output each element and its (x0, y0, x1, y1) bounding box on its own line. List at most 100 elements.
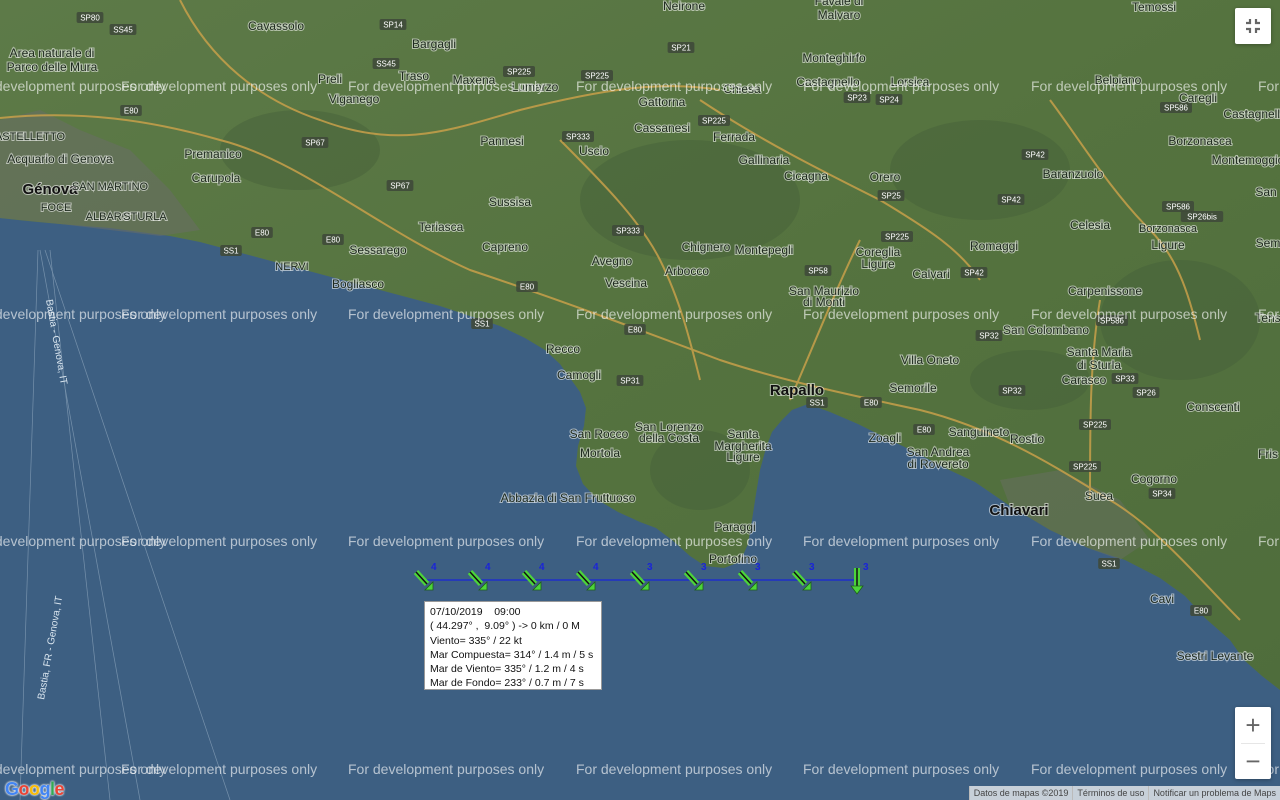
place-label: Recco (546, 342, 580, 356)
place-label: Camogli (557, 368, 601, 382)
place-label: Borzonasca (1139, 223, 1198, 235)
road-shield-label: SP24 (879, 96, 899, 105)
map-attribution: Datos de mapas ©2019 Términos de uso Not… (968, 786, 1280, 800)
road-shield-label: SP32 (979, 332, 999, 341)
road-shield: SP80 (76, 12, 104, 23)
road-shield: SP67 (301, 137, 329, 148)
dev-watermark: For development purposes only (1031, 533, 1227, 549)
dev-watermark: For development purposes only (1258, 533, 1280, 549)
road-shield: SP42 (960, 267, 988, 278)
road-shield: SS45 (372, 58, 400, 69)
road-shield-label: SP23 (847, 94, 867, 103)
place-label: Chiavari (989, 502, 1048, 519)
dev-watermark: For development purposes only (121, 306, 317, 322)
road-shield-label: SS1 (1101, 560, 1117, 569)
zoom-in-button[interactable]: + (1235, 707, 1271, 743)
place-label: Chignero (682, 240, 731, 254)
place-label: Carasco (1062, 373, 1107, 387)
dev-watermark: For development purposes only (576, 306, 772, 322)
fullscreen-button[interactable] (1235, 8, 1271, 44)
place-label: Romaggi (970, 239, 1018, 253)
place-label: di Rovereto (907, 457, 969, 471)
road-shield-label: SP225 (1073, 463, 1098, 472)
place-label: Ligure (1151, 238, 1185, 252)
zoom-out-button[interactable]: − (1235, 743, 1271, 779)
place-label: Rostio (1010, 432, 1044, 446)
place-label: Acquario di Genova (7, 152, 113, 166)
google-logo[interactable]: Google (5, 779, 65, 800)
place-label: Castagnelle (1223, 107, 1280, 121)
wind-speed-label: 4 (431, 562, 437, 573)
road-shield: E80 (913, 424, 935, 435)
wind-speed-label: 4 (539, 562, 545, 573)
place-label: Calvari (912, 267, 949, 281)
road-shield: SP586 (1162, 201, 1194, 212)
place-label: Cogorno (1131, 472, 1177, 486)
place-label: Arbocco (665, 264, 709, 278)
map-data-attribution: Datos de mapas ©2019 (968, 786, 1073, 800)
place-label: Conscenti (1186, 400, 1239, 414)
place-label: Capreno (482, 240, 528, 254)
road-shield: E80 (1190, 605, 1212, 616)
terms-link[interactable]: Términos de uso (1072, 786, 1149, 800)
wind-speed-label: 3 (755, 562, 761, 573)
place-label: Favale di (815, 0, 864, 8)
place-label: Zoagli (869, 431, 902, 445)
place-label: Cicagna (784, 169, 828, 183)
dev-watermark: For development purposes only (121, 78, 317, 94)
road-shield: SP32 (998, 385, 1026, 396)
road-shield-label: E80 (255, 229, 270, 238)
road-shield-label: SP14 (383, 21, 403, 30)
info-wind-sea: Mar de Viento= 335° / 1.2 m / 4 s (430, 663, 584, 676)
place-label: Teriasca (419, 220, 464, 234)
road-shield-label: SP26 (1136, 389, 1156, 398)
road-shield: SS45 (109, 24, 137, 35)
road-shield-label: SP225 (702, 117, 727, 126)
map-canvas[interactable]: SP80 SS45 SP14 SS45 SP225 SP225 SP21 SP23 SP24 SP… (0, 0, 1280, 800)
place-label: San Rocco (570, 427, 629, 441)
road-shield: SP26bis (1180, 211, 1224, 222)
road-shield-label: E80 (326, 236, 341, 245)
road-shield-label: SS1 (809, 399, 825, 408)
place-label: della Costa (639, 431, 699, 445)
place-label: Area naturale di (10, 46, 95, 60)
zoom-separator (1241, 743, 1265, 744)
place-label: Premanico (184, 147, 242, 161)
place-label: Baranzuolo (1043, 167, 1104, 181)
place-label: FOCE (41, 202, 72, 214)
place-label: Borzonasca (1168, 134, 1232, 148)
dev-watermark: For development purposes only (1031, 78, 1227, 94)
road-shield-label: E80 (124, 107, 139, 116)
road-shield-label: SP225 (885, 233, 910, 242)
dev-watermark: For development purposes only (121, 533, 317, 549)
info-datetime: 07/10/2019 09:00 (430, 606, 521, 618)
wind-speed-label: 4 (485, 562, 491, 573)
dev-watermark: For development purposes only (803, 78, 999, 94)
road-shield: E80 (624, 324, 646, 335)
road-shield: E80 (322, 234, 344, 245)
place-label: Bogliasco (332, 277, 384, 291)
road-shield: SP225 (1079, 419, 1111, 430)
place-label: Cavi (1150, 592, 1174, 606)
place-label: Portofino (709, 552, 757, 566)
road-shield-label: SP58 (808, 267, 828, 276)
road-shield-label: SP33 (1115, 375, 1135, 384)
place-label: NERVI (275, 261, 308, 273)
road-shield-label: SP34 (1152, 490, 1172, 499)
road-shield-label: SS45 (113, 26, 133, 35)
road-shield: SP333 (562, 131, 594, 142)
road-shield-label: SP25 (881, 192, 901, 201)
place-label: Sussisa (489, 195, 531, 209)
place-label: Cassanesi (634, 121, 690, 135)
road-shield-label: SP67 (305, 139, 325, 148)
place-label: Ligure (861, 257, 895, 271)
place-label: ASTELLETTO (0, 131, 65, 143)
place-label: Neirone (663, 0, 705, 13)
wind-speed-label: 3 (809, 562, 815, 573)
place-label: Fris (1258, 447, 1278, 461)
dev-watermark: For development purposes only (576, 761, 772, 777)
road-shield: E80 (251, 227, 273, 238)
road-shield: E80 (860, 397, 882, 408)
report-problem-link[interactable]: Notificar un problema de Maps (1148, 786, 1280, 800)
road-shield-label: E80 (1194, 607, 1209, 616)
